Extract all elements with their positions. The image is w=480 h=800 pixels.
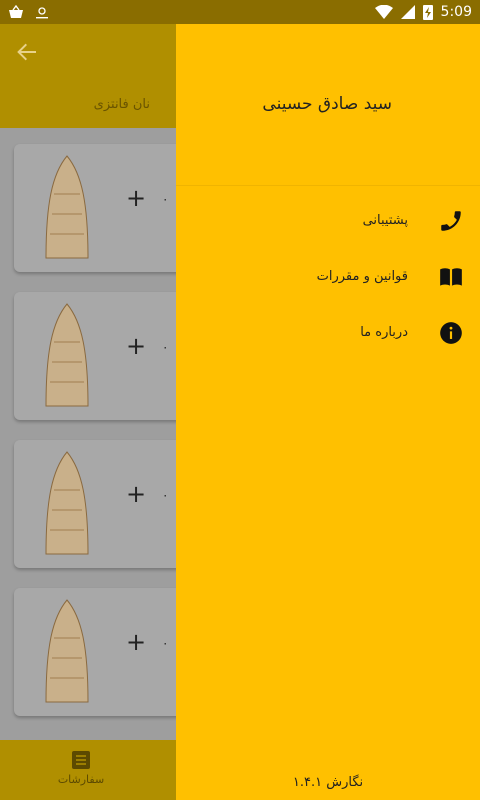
bread-image <box>45 599 89 703</box>
menu-item-label: درباره ما <box>360 325 408 340</box>
shopping-basket-icon <box>9 5 23 18</box>
navigation-drawer: سید صادق حسینی پشتیبانی قوانین و مقررات … <box>176 24 480 800</box>
menu-item-label: قوانین و مقررات <box>316 269 408 284</box>
category-label[interactable]: نان فانتزی <box>94 97 150 112</box>
arrow-back-icon[interactable] <box>16 41 38 63</box>
notification-icon <box>36 7 48 19</box>
menu-item-terms[interactable]: قوانین و مقررات <box>176 250 480 306</box>
menu-item-support[interactable]: پشتیبانی <box>176 194 480 250</box>
book-icon <box>440 268 462 286</box>
menu-item-about[interactable]: درباره ما <box>176 306 480 362</box>
add-button[interactable]: + <box>126 184 146 212</box>
quantity-label: ۰ <box>162 340 169 354</box>
add-button[interactable]: + <box>126 480 146 508</box>
add-button[interactable]: + <box>126 332 146 360</box>
bread-image <box>45 451 89 555</box>
user-name: سید صادق حسینی <box>262 94 392 114</box>
orders-label: سفارشات <box>57 773 105 786</box>
signal-icon <box>400 5 415 19</box>
status-time: 5:09 <box>440 4 472 20</box>
app-version: نگارش ۱.۴.۱ <box>292 775 364 790</box>
bread-image <box>45 155 89 259</box>
status-left <box>8 4 50 20</box>
phone-icon <box>441 211 461 231</box>
bread-image <box>45 303 89 407</box>
battery-charging-icon <box>422 5 433 20</box>
quantity-label: ۰ <box>162 488 169 502</box>
menu-item-label: پشتیبانی <box>362 213 408 228</box>
list-icon <box>72 751 90 769</box>
add-button[interactable]: + <box>126 628 146 656</box>
quantity-label: ۰ <box>162 192 169 206</box>
info-icon <box>440 322 462 344</box>
drawer-header: سید صادق حسینی <box>176 24 480 186</box>
wifi-icon <box>374 5 393 19</box>
orders-tab[interactable]: سفارشات <box>56 750 106 786</box>
status-right: 5:09 <box>374 4 472 20</box>
quantity-label: ۰ <box>162 636 169 650</box>
status-bar: 5:09 <box>0 0 480 24</box>
